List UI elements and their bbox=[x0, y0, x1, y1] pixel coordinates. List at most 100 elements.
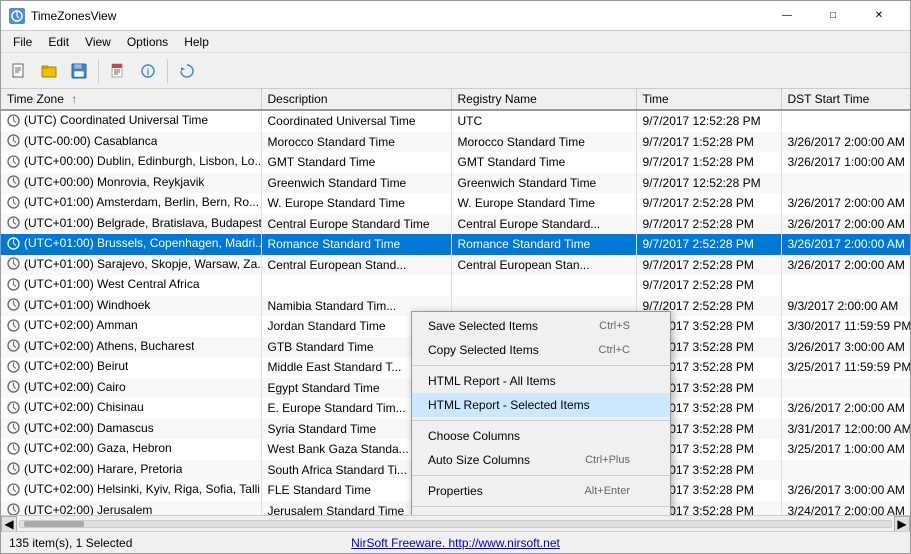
cell-dst bbox=[781, 275, 910, 296]
cell-dst bbox=[781, 460, 910, 481]
cell-description: Coordinated Universal Time bbox=[261, 110, 451, 132]
cell-time: 9/7/2017 2:52:28 PM bbox=[636, 234, 781, 255]
context-menu-item[interactable]: Copy Selected Items Ctrl+C bbox=[412, 338, 670, 362]
scroll-left-btn[interactable]: ◀ bbox=[1, 516, 17, 532]
cell-dst: 9/3/2017 2:00:00 AM bbox=[781, 296, 910, 317]
scroll-track bbox=[19, 520, 892, 528]
status-item-count: 135 item(s), 1 Selected bbox=[9, 536, 307, 550]
table-container[interactable]: Time Zone ↑ Description Registry Name Ti… bbox=[1, 89, 910, 515]
cell-description: Central European Stand... bbox=[261, 255, 451, 276]
cell-timezone: (UTC+01:00) Brussels, Copenhagen, Madri.… bbox=[1, 234, 261, 255]
toolbar-refresh[interactable] bbox=[173, 57, 201, 85]
cell-registry: Central European Stan... bbox=[451, 255, 636, 276]
col-header-timezone[interactable]: Time Zone ↑ bbox=[1, 89, 261, 110]
toolbar: i bbox=[1, 53, 910, 89]
title-bar: TimeZonesView — □ ✕ bbox=[1, 1, 910, 31]
context-menu-item[interactable]: Auto Size Columns Ctrl+Plus bbox=[412, 448, 670, 472]
cell-dst: 3/26/2017 2:00:00 AM bbox=[781, 234, 910, 255]
menu-view[interactable]: View bbox=[77, 33, 119, 51]
cell-registry: Greenwich Standard Time bbox=[451, 173, 636, 194]
cell-timezone: (UTC+02:00) Harare, Pretoria bbox=[1, 460, 261, 481]
col-header-time[interactable]: Time bbox=[636, 89, 781, 110]
context-menu-item[interactable]: Choose Columns bbox=[412, 424, 670, 448]
toolbar-save[interactable] bbox=[65, 57, 93, 85]
col-header-description[interactable]: Description bbox=[261, 89, 451, 110]
context-menu-item-label: Save Selected Items bbox=[428, 319, 579, 333]
col-header-dst[interactable]: DST Start Time bbox=[781, 89, 910, 110]
cell-dst: 3/30/2017 11:59:59 PM bbox=[781, 316, 910, 337]
toolbar-html-report[interactable] bbox=[104, 57, 132, 85]
cell-registry: Romance Standard Time bbox=[451, 234, 636, 255]
cell-timezone: (UTC+02:00) Chisinau bbox=[1, 398, 261, 419]
table-row[interactable]: (UTC+00:00) Dublin, Edinburgh, Lisbon, L… bbox=[1, 152, 910, 173]
cell-description: Central Europe Standard Time bbox=[261, 214, 451, 235]
maximize-button[interactable]: □ bbox=[810, 1, 856, 31]
minimize-button[interactable]: — bbox=[764, 1, 810, 31]
cell-timezone: (UTC+01:00) Amsterdam, Berlin, Bern, Ro.… bbox=[1, 193, 261, 214]
context-menu-item-label: Properties bbox=[428, 484, 564, 498]
cell-timezone: (UTC+02:00) Gaza, Hebron bbox=[1, 439, 261, 460]
cell-description: Romance Standard Time bbox=[261, 234, 451, 255]
main-content: Time Zone ↑ Description Registry Name Ti… bbox=[1, 89, 910, 531]
menu-edit[interactable]: Edit bbox=[40, 33, 77, 51]
menu-help[interactable]: Help bbox=[176, 33, 217, 51]
context-menu-item[interactable]: HTML Report - Selected Items bbox=[412, 393, 670, 417]
cell-dst bbox=[781, 110, 910, 132]
sort-icon: ↑ bbox=[71, 92, 77, 106]
context-menu-shortcut: Alt+Enter bbox=[584, 485, 630, 497]
cell-time: 9/7/2017 12:52:28 PM bbox=[636, 110, 781, 132]
cell-timezone: (UTC+02:00) Athens, Bucharest bbox=[1, 337, 261, 358]
toolbar-open[interactable] bbox=[35, 57, 63, 85]
menu-options[interactable]: Options bbox=[119, 33, 176, 51]
table-row[interactable]: (UTC+01:00) Amsterdam, Berlin, Bern, Ro.… bbox=[1, 193, 910, 214]
cell-timezone: (UTC+01:00) West Central Africa bbox=[1, 275, 261, 296]
context-menu-separator bbox=[412, 475, 670, 476]
close-button[interactable]: ✕ bbox=[856, 1, 902, 31]
cell-dst: 3/26/2017 2:00:00 AM bbox=[781, 132, 910, 153]
table-row[interactable]: (UTC+01:00) West Central Africa 9/7/2017… bbox=[1, 275, 910, 296]
status-website-link[interactable]: NirSoft Freeware. http://www.nirsoft.net bbox=[307, 536, 605, 550]
menu-bar: File Edit View Options Help bbox=[1, 31, 910, 53]
scroll-right-btn[interactable]: ▶ bbox=[894, 516, 910, 532]
scroll-thumb[interactable] bbox=[24, 521, 84, 527]
window-controls: — □ ✕ bbox=[764, 1, 902, 31]
context-menu-item[interactable]: HTML Report - All Items bbox=[412, 369, 670, 393]
cell-timezone: (UTC+00:00) Monrovia, Reykjavik bbox=[1, 173, 261, 194]
cell-registry: W. Europe Standard Time bbox=[451, 193, 636, 214]
cell-description: W. Europe Standard Time bbox=[261, 193, 451, 214]
toolbar-new[interactable] bbox=[5, 57, 33, 85]
cell-time: 9/7/2017 2:52:28 PM bbox=[636, 214, 781, 235]
cell-dst: 3/26/2017 3:00:00 AM bbox=[781, 337, 910, 358]
cell-timezone: (UTC+01:00) Windhoek bbox=[1, 296, 261, 317]
cell-description: Morocco Standard Time bbox=[261, 132, 451, 153]
context-menu-item[interactable]: Save Selected Items Ctrl+S bbox=[412, 314, 670, 338]
context-menu-item[interactable]: Properties Alt+Enter bbox=[412, 479, 670, 503]
cell-timezone: (UTC+02:00) Damascus bbox=[1, 419, 261, 440]
cell-timezone: (UTC+02:00) Helsinki, Kyiv, Riga, Sofia,… bbox=[1, 480, 261, 501]
table-row[interactable]: (UTC) Coordinated Universal Time Coordin… bbox=[1, 110, 910, 132]
context-menu-item[interactable]: Refresh F5 bbox=[412, 510, 670, 515]
table-row[interactable]: (UTC+00:00) Monrovia, Reykjavik Greenwic… bbox=[1, 173, 910, 194]
col-header-registry[interactable]: Registry Name bbox=[451, 89, 636, 110]
cell-time: 9/7/2017 2:52:28 PM bbox=[636, 193, 781, 214]
cell-timezone: (UTC+02:00) Amman bbox=[1, 316, 261, 337]
cell-dst: 3/26/2017 2:00:00 AM bbox=[781, 398, 910, 419]
cell-timezone: (UTC+02:00) Jerusalem bbox=[1, 501, 261, 516]
table-row[interactable]: (UTC+01:00) Brussels, Copenhagen, Madri.… bbox=[1, 234, 910, 255]
cell-description: Greenwich Standard Time bbox=[261, 173, 451, 194]
context-menu-item-label: HTML Report - Selected Items bbox=[428, 398, 630, 412]
menu-file[interactable]: File bbox=[5, 33, 40, 51]
cell-time: 9/7/2017 1:52:28 PM bbox=[636, 132, 781, 153]
toolbar-properties[interactable]: i bbox=[134, 57, 162, 85]
context-menu-separator bbox=[412, 506, 670, 507]
context-menu-item-label: Copy Selected Items bbox=[428, 343, 579, 357]
table-row[interactable]: (UTC+01:00) Belgrade, Bratislava, Budape… bbox=[1, 214, 910, 235]
cell-dst: 3/26/2017 2:00:00 AM bbox=[781, 193, 910, 214]
context-menu-item-label: Choose Columns bbox=[428, 429, 630, 443]
table-row[interactable]: (UTC+01:00) Sarajevo, Skopje, Warsaw, Za… bbox=[1, 255, 910, 276]
cell-dst: 3/25/2017 11:59:59 PM bbox=[781, 357, 910, 378]
main-window: TimeZonesView — □ ✕ File Edit View Optio… bbox=[0, 0, 911, 554]
horizontal-scrollbar[interactable]: ◀ ▶ bbox=[1, 515, 910, 531]
cell-timezone: (UTC+00:00) Dublin, Edinburgh, Lisbon, L… bbox=[1, 152, 261, 173]
table-row[interactable]: (UTC-00:00) Casablanca Morocco Standard … bbox=[1, 132, 910, 153]
